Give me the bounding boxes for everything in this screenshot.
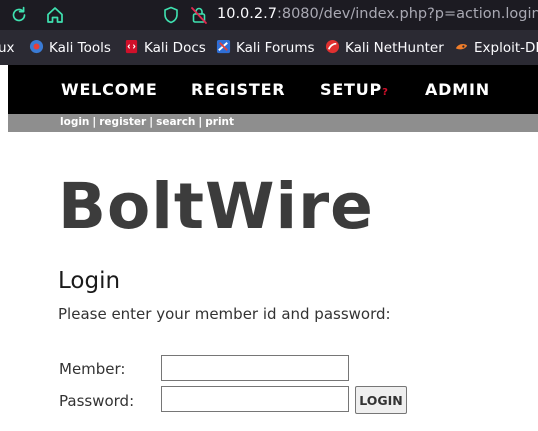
sub-nav-print[interactable]: print — [205, 116, 234, 128]
address-bar-url[interactable]: 10.0.2.7:8080/dev/index.php?p=action.log… — [217, 4, 538, 24]
member-input[interactable] — [161, 355, 349, 381]
bookmark-label: Exploit-DB — [474, 40, 538, 56]
login-instructions: Please enter your member id and password… — [58, 305, 391, 323]
page-content: WELCOME REGISTER SETUP? ADMIN login | regi… — [0, 65, 538, 431]
page-heading: Login — [58, 268, 121, 294]
sub-nav-separator: | — [92, 116, 97, 128]
nav-setup-mark: ? — [382, 87, 388, 98]
shield-icon[interactable] — [161, 5, 181, 25]
exploit-db-icon — [455, 43, 468, 50]
reload-icon[interactable] — [9, 5, 29, 25]
bookmarks-bar: ux Kali Tools Kali Docs Kali Forums Kali… — [0, 30, 538, 65]
insecure-lock-icon[interactable] — [189, 5, 209, 25]
password-input[interactable] — [161, 386, 349, 412]
bookmark-label: Kali NetHunter — [345, 40, 444, 56]
bookmark-label: Kali Tools — [49, 40, 111, 56]
site-title: BoltWire — [58, 170, 374, 243]
kali-forums-icon — [216, 39, 231, 54]
url-host: 10.0.2.7 — [217, 6, 277, 22]
bookmark-kali-tools[interactable]: Kali Tools — [29, 38, 111, 58]
login-button[interactable]: LOGIN — [355, 386, 407, 414]
bookmark-kali-docs[interactable]: Kali Docs — [124, 38, 206, 58]
main-nav: WELCOME REGISTER SETUP? ADMIN — [8, 65, 538, 114]
home-icon[interactable] — [45, 5, 65, 25]
sub-nav-login[interactable]: login — [60, 116, 89, 128]
sub-nav-search[interactable]: search — [156, 116, 195, 128]
sub-nav-links: login | register | search | print — [60, 115, 234, 130]
nav-welcome[interactable]: WELCOME — [61, 81, 158, 99]
bookmark-kali-linux[interactable]: ux — [0, 38, 15, 58]
member-label: Member: — [59, 360, 126, 378]
bookmark-kali-forums[interactable]: Kali Forums — [216, 38, 315, 58]
bookmark-label: ux — [0, 40, 15, 56]
bookmark-kali-nethunter[interactable]: Kali NetHunter — [325, 38, 444, 58]
kali-nethunter-icon — [325, 39, 340, 54]
password-label: Password: — [59, 392, 135, 410]
kali-tools-icon — [29, 39, 44, 54]
url-path: :8080/dev/index.php?p=action.login — [276, 6, 538, 22]
sub-nav: login | register | search | print — [8, 114, 538, 132]
nav-register[interactable]: REGISTER — [191, 81, 285, 99]
kali-docs-icon — [125, 39, 138, 54]
nav-admin[interactable]: ADMIN — [425, 81, 490, 99]
browser-toolbar: 10.0.2.7:8080/dev/index.php?p=action.log… — [0, 0, 538, 30]
sub-nav-separator: | — [198, 116, 203, 128]
bookmark-exploit-db[interactable]: Exploit-DB — [454, 38, 538, 58]
sub-nav-register[interactable]: register — [99, 116, 146, 128]
bookmark-label: Kali Forums — [236, 40, 315, 56]
nav-setup-label: SETUP — [320, 80, 383, 99]
bookmark-label: Kali Docs — [144, 40, 206, 56]
nav-setup[interactable]: SETUP? — [320, 81, 388, 102]
sub-nav-separator: | — [149, 116, 154, 128]
